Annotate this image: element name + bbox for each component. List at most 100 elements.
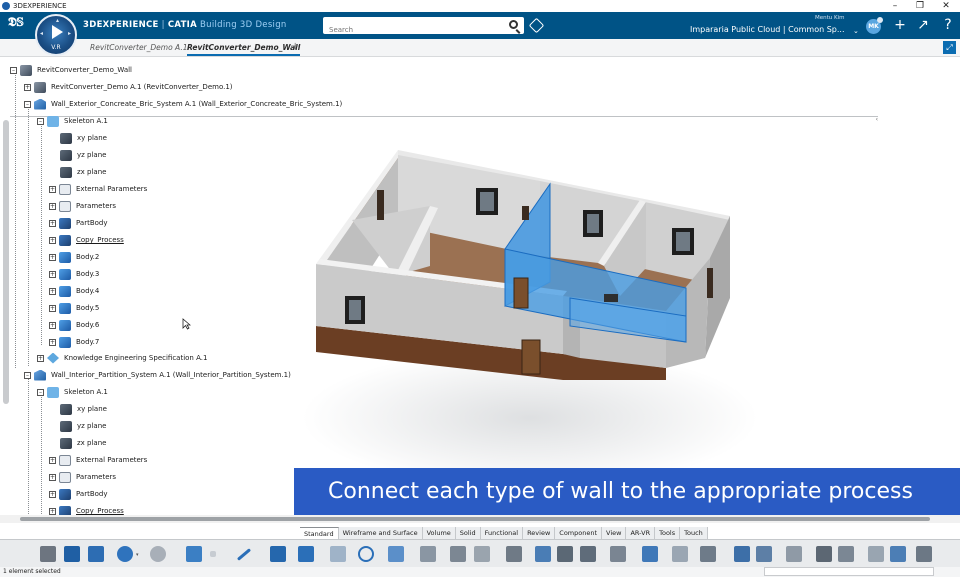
undo-icon[interactable]: [117, 546, 133, 562]
expand-node-icon[interactable]: +: [49, 456, 56, 464]
circle-icon[interactable]: [358, 546, 374, 562]
help-icon[interactable]: ?: [940, 17, 956, 33]
tab-revitconverter-demo[interactable]: RevitConverter_Demo A.1: [90, 43, 188, 52]
compass-east-icon[interactable]: ▸: [68, 30, 71, 37]
axis-system-icon[interactable]: [298, 546, 314, 562]
tree-item[interactable]: – Wall_Exterior_Concreate_Bric_System A.1…: [24, 97, 342, 111]
tree-item[interactable]: + PartBody: [49, 487, 108, 501]
render-icon[interactable]: [890, 546, 906, 562]
platform-selector[interactable]: Impararia Public Cloud | Common Sp...: [690, 25, 845, 34]
measure-icon[interactable]: [734, 546, 750, 562]
tab-touch[interactable]: Touch: [680, 527, 708, 539]
point-icon[interactable]: [210, 551, 216, 557]
expand-node-icon[interactable]: +: [49, 253, 56, 261]
tree-item[interactable]: – Skeleton A.1: [37, 385, 108, 399]
tree-item[interactable]: + Knowledge Engineering Specification A.1: [37, 351, 207, 365]
tree-root[interactable]: – RevitConverter_Demo_Wall: [10, 63, 132, 77]
spline-icon[interactable]: [388, 546, 404, 562]
expand-icon[interactable]: ⤢: [943, 41, 956, 54]
compass-north-icon[interactable]: ▴: [56, 17, 59, 24]
trim-icon[interactable]: [580, 546, 596, 562]
collapse-icon[interactable]: –: [10, 66, 17, 74]
tree-scrollbar[interactable]: [3, 120, 9, 404]
tree-item[interactable]: + External Parameters: [49, 453, 147, 467]
tab-functional[interactable]: Functional: [480, 527, 524, 539]
compass-west-icon[interactable]: ◂: [40, 30, 43, 37]
split-icon[interactable]: [557, 546, 573, 562]
line-icon[interactable]: [236, 548, 252, 561]
tree-item[interactable]: + Parameters: [49, 470, 116, 484]
tree-item[interactable]: + Body.3: [49, 267, 99, 281]
expand-node-icon[interactable]: +: [49, 202, 56, 210]
tab-tools[interactable]: Tools: [655, 527, 681, 539]
expand-node-icon[interactable]: +: [49, 321, 56, 329]
tree-item[interactable]: – Wall_Interior_Partition_System A.1 (Wal…: [24, 368, 291, 382]
tree-item[interactable]: zx plane: [60, 436, 106, 450]
collapse-icon[interactable]: –: [37, 117, 44, 125]
tag-icon[interactable]: [528, 17, 545, 34]
expand-node-icon[interactable]: +: [49, 473, 56, 481]
tree-item[interactable]: + Body.5: [49, 301, 99, 315]
tree-item[interactable]: + Body.6: [49, 318, 99, 332]
expand-node-icon[interactable]: +: [49, 185, 56, 193]
paste-icon[interactable]: [88, 546, 104, 562]
fillet-icon[interactable]: [610, 546, 626, 562]
tree-scroll-end-icon[interactable]: ‹: [876, 116, 878, 123]
tab-revitconverter-demo-wall[interactable]: RevitConverter_Demo_Wall: [187, 43, 301, 56]
tree-item[interactable]: – Skeleton A.1: [37, 114, 108, 128]
tab-component[interactable]: Component: [555, 527, 603, 539]
collapse-icon[interactable]: –: [24, 100, 31, 108]
grid-icon[interactable]: [330, 546, 346, 562]
analysis-icon[interactable]: [868, 546, 884, 562]
sketch-icon[interactable]: [186, 546, 202, 562]
tree-item[interactable]: yz plane: [60, 419, 106, 433]
expand-node-icon[interactable]: +: [49, 304, 56, 312]
tab-review[interactable]: Review: [523, 527, 556, 539]
rule-icon[interactable]: [786, 546, 802, 562]
tree-item[interactable]: + Parameters: [49, 199, 116, 213]
expand-node-icon[interactable]: +: [49, 270, 56, 278]
instantiate-icon[interactable]: [838, 546, 854, 562]
tree-item[interactable]: yz plane: [60, 148, 106, 162]
tab-ar-vr[interactable]: AR-VR: [626, 527, 656, 539]
exit-icon[interactable]: [916, 546, 932, 562]
tree-item[interactable]: + Body.2: [49, 250, 99, 264]
cut-icon[interactable]: [40, 546, 56, 562]
fill-icon[interactable]: [506, 546, 522, 562]
collapse-icon[interactable]: –: [24, 371, 31, 379]
expand-node-icon[interactable]: +: [49, 236, 56, 244]
expand-node-icon[interactable]: +: [24, 83, 31, 91]
tab-volume[interactable]: Volume: [422, 527, 456, 539]
minimize-icon[interactable]: –: [885, 0, 905, 12]
tree-item[interactable]: + Body.4: [49, 284, 99, 298]
extrude-icon[interactable]: [420, 546, 436, 562]
tree-item[interactable]: xy plane: [60, 402, 107, 416]
copy-icon[interactable]: [64, 546, 80, 562]
table-icon[interactable]: [756, 546, 772, 562]
search-box[interactable]: [323, 17, 524, 39]
translate-icon[interactable]: [672, 546, 688, 562]
tab-solid[interactable]: Solid: [455, 527, 481, 539]
tree-item[interactable]: + Body.7: [49, 335, 99, 349]
expand-node-icon[interactable]: +: [49, 219, 56, 227]
building-model[interactable]: [0, 58, 960, 520]
play-icon[interactable]: [52, 25, 63, 39]
sweep-icon[interactable]: [474, 546, 490, 562]
expand-node-icon[interactable]: +: [37, 354, 44, 362]
collapse-icon[interactable]: –: [37, 388, 44, 396]
chevron-down-icon[interactable]: ▾: [136, 552, 139, 558]
add-tab-icon[interactable]: +: [291, 41, 299, 52]
expand-node-icon[interactable]: +: [49, 287, 56, 295]
add-icon[interactable]: +: [892, 17, 908, 33]
compass-widget[interactable]: ▴ ◂ ▸ V.R: [35, 14, 77, 56]
knowledge-template-icon[interactable]: [816, 546, 832, 562]
viewport-hscroll[interactable]: [20, 517, 930, 521]
search-icon[interactable]: [509, 20, 518, 29]
pattern-icon[interactable]: [642, 546, 658, 562]
tab-wireframe-and-surface[interactable]: Wireframe and Surface: [338, 527, 423, 539]
symmetry-icon[interactable]: [700, 546, 716, 562]
expand-node-icon[interactable]: +: [49, 338, 56, 346]
tree-item[interactable]: zx plane: [60, 165, 106, 179]
tree-item[interactable]: + PartBody: [49, 216, 108, 230]
expand-node-icon[interactable]: +: [49, 507, 56, 515]
